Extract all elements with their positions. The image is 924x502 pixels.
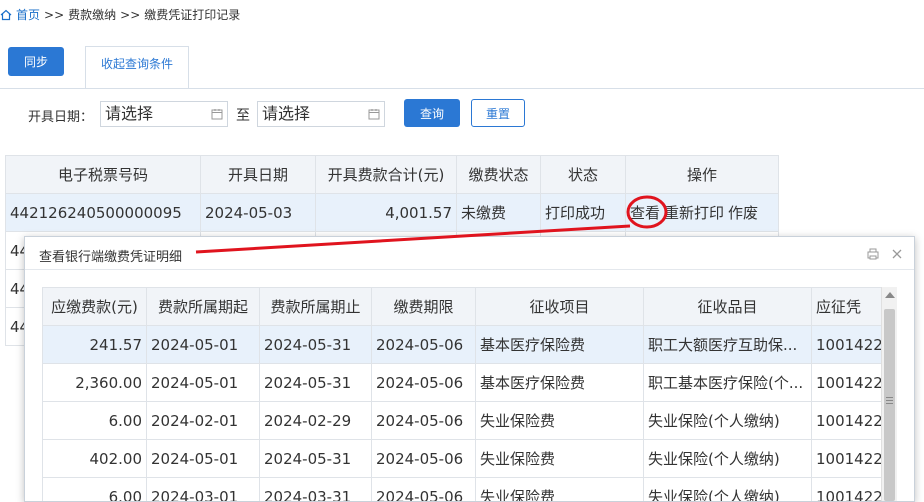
amount-cell: 402.00 xyxy=(42,439,147,478)
tab-divider xyxy=(0,88,924,89)
voucher-code-cell: 1001422 xyxy=(811,401,892,440)
table-row[interactable]: 442126240500000095 2024-05-03 4,001.57 未… xyxy=(5,193,779,232)
period-end-cell: 2024-02-29 xyxy=(259,401,372,440)
sync-button[interactable]: 同步 xyxy=(8,47,64,76)
dialog-controls xyxy=(866,247,904,261)
view-link[interactable]: 查看 xyxy=(630,204,660,222)
column-header: 费款所属期起 xyxy=(146,287,260,326)
deadline-cell: 2024-05-06 xyxy=(371,439,476,478)
voucher-code-cell: 1001422 xyxy=(811,477,892,501)
breadcrumb: 首页 >> 费款缴纳 >> 缴费凭证打印记录 xyxy=(0,6,240,23)
levy-item-cell: 基本医疗保险费 xyxy=(475,325,644,364)
period-start-cell: 2024-02-01 xyxy=(146,401,260,440)
table-row[interactable]: 6.00 2024-02-01 2024-02-29 2024-05-06 失业… xyxy=(42,401,892,440)
deadline-cell: 2024-05-06 xyxy=(371,325,476,364)
scroll-grip-icon xyxy=(886,397,893,398)
table-row[interactable]: 6.00 2024-03-01 2024-03-31 2024-05-06 失业… xyxy=(42,477,892,501)
period-end-cell: 2024-03-31 xyxy=(259,477,372,501)
calendar-icon[interactable] xyxy=(368,108,380,120)
date-filter-label: 开具日期： xyxy=(28,110,94,125)
column-header: 缴费状态 xyxy=(456,155,541,194)
actions-cell: 查看 重新打印 作废 xyxy=(625,193,779,232)
voucher-detail-dialog: 查看银行端缴费凭证明细 应缴费款(元) 费款所属期起 费款所属期止 缴费期限 征… xyxy=(24,236,915,502)
start-date-input[interactable]: 请选择 xyxy=(100,101,228,127)
voucher-code-cell: 1001422 xyxy=(811,363,892,402)
detail-table-viewport: 应缴费款(元) 费款所属期起 费款所属期止 缴费期限 征收项目 征收品目 应征凭… xyxy=(42,287,894,501)
dialog-title: 查看银行端缴费凭证明细 xyxy=(39,250,183,265)
total-amount-cell: 4,001.57 xyxy=(315,193,457,232)
end-date-input[interactable]: 请选择 xyxy=(257,101,385,127)
column-header: 费款所属期止 xyxy=(259,287,372,326)
breadcrumb-level1[interactable]: 费款缴纳 xyxy=(68,6,116,23)
column-header: 征收品目 xyxy=(643,287,812,326)
period-start-cell: 2024-05-01 xyxy=(146,325,260,364)
period-end-cell: 2024-05-31 xyxy=(259,325,372,364)
deadline-cell: 2024-05-06 xyxy=(371,401,476,440)
close-icon[interactable] xyxy=(890,247,904,261)
start-date-placeholder: 请选择 xyxy=(105,104,154,123)
reset-button[interactable]: 重置 xyxy=(471,99,525,127)
scroll-grip-icon xyxy=(886,403,893,404)
column-header: 状态 xyxy=(540,155,626,194)
calendar-icon[interactable] xyxy=(211,108,223,120)
date-range-to-label: 至 xyxy=(236,108,250,124)
voucher-code-cell: 1001422 xyxy=(811,439,892,478)
table-row[interactable]: 2,360.00 2024-05-01 2024-05-31 2024-05-0… xyxy=(42,363,892,402)
levy-subitem-cell: 失业保险(个人缴纳) xyxy=(643,401,812,440)
scrollbar-thumb[interactable] xyxy=(884,309,895,501)
levy-item-cell: 失业保险费 xyxy=(475,439,644,478)
levy-item-cell: 基本医疗保险费 xyxy=(475,363,644,402)
scroll-grip-icon xyxy=(886,400,893,401)
breadcrumb-home-link[interactable]: 首页 xyxy=(16,6,40,23)
print-icon[interactable] xyxy=(866,247,880,261)
dialog-divider xyxy=(25,269,914,270)
void-link[interactable]: 作废 xyxy=(728,204,758,222)
table-header-row: 电子税票号码 开具日期 开具费款合计(元) 缴费状态 状态 操作 xyxy=(5,155,779,194)
breadcrumb-current: 缴费凭证打印记录 xyxy=(144,8,241,22)
levy-subitem-cell: 职工基本医疗保险(个... xyxy=(643,363,812,402)
column-header: 征收项目 xyxy=(475,287,644,326)
reprint-link[interactable]: 重新打印 xyxy=(664,204,724,222)
deadline-cell: 2024-05-06 xyxy=(371,363,476,402)
print-status-cell: 打印成功 xyxy=(540,193,626,232)
table-row[interactable]: 402.00 2024-05-01 2024-05-31 2024-05-06 … xyxy=(42,439,892,478)
levy-subitem-cell: 失业保险(个人缴纳) xyxy=(643,477,812,501)
period-end-cell: 2024-05-31 xyxy=(259,363,372,402)
period-start-cell: 2024-03-01 xyxy=(146,477,260,501)
period-start-cell: 2024-05-01 xyxy=(146,439,260,478)
amount-cell: 6.00 xyxy=(42,401,147,440)
levy-subitem-cell: 失业保险(个人缴纳) xyxy=(643,439,812,478)
tab-collapse-query[interactable]: 收起查询条件 xyxy=(85,46,189,89)
home-icon xyxy=(0,9,12,20)
scroll-up-arrow-icon[interactable] xyxy=(885,292,895,298)
voucher-detail-table: 应缴费款(元) 费款所属期起 费款所属期止 缴费期限 征收项目 征收品目 应征凭… xyxy=(42,287,892,501)
query-button[interactable]: 查询 xyxy=(404,99,460,127)
issue-date-cell: 2024-05-03 xyxy=(200,193,316,232)
column-header: 应缴费款(元) xyxy=(42,287,147,326)
voucher-code-cell: 1001422 xyxy=(811,325,892,364)
column-header: 应征凭 xyxy=(811,287,892,326)
amount-cell: 2,360.00 xyxy=(42,363,147,402)
levy-item-cell: 失业保险费 xyxy=(475,401,644,440)
column-header: 操作 xyxy=(625,155,779,194)
deadline-cell: 2024-05-06 xyxy=(371,477,476,501)
column-header: 开具费款合计(元) xyxy=(315,155,457,194)
vertical-scrollbar[interactable] xyxy=(881,287,897,501)
column-header: 电子税票号码 xyxy=(5,155,201,194)
period-start-cell: 2024-05-01 xyxy=(146,363,260,402)
period-end-cell: 2024-05-31 xyxy=(259,439,372,478)
breadcrumb-separator: >> xyxy=(120,7,141,22)
amount-cell: 241.57 xyxy=(42,325,147,364)
ticket-number-cell: 442126240500000095 xyxy=(5,193,201,232)
levy-item-cell: 失业保险费 xyxy=(475,477,644,501)
end-date-placeholder: 请选择 xyxy=(262,104,311,123)
amount-cell: 6.00 xyxy=(42,477,147,501)
levy-subitem-cell: 职工大额医疗互助保... xyxy=(643,325,812,364)
table-row[interactable]: 241.57 2024-05-01 2024-05-31 2024-05-06 … xyxy=(42,325,892,364)
column-header: 缴费期限 xyxy=(371,287,476,326)
pay-status-cell: 未缴费 xyxy=(456,193,541,232)
breadcrumb-separator: >> xyxy=(44,7,65,22)
table-header-row: 应缴费款(元) 费款所属期起 费款所属期止 缴费期限 征收项目 征收品目 应征凭 xyxy=(42,287,892,326)
column-header: 开具日期 xyxy=(200,155,316,194)
